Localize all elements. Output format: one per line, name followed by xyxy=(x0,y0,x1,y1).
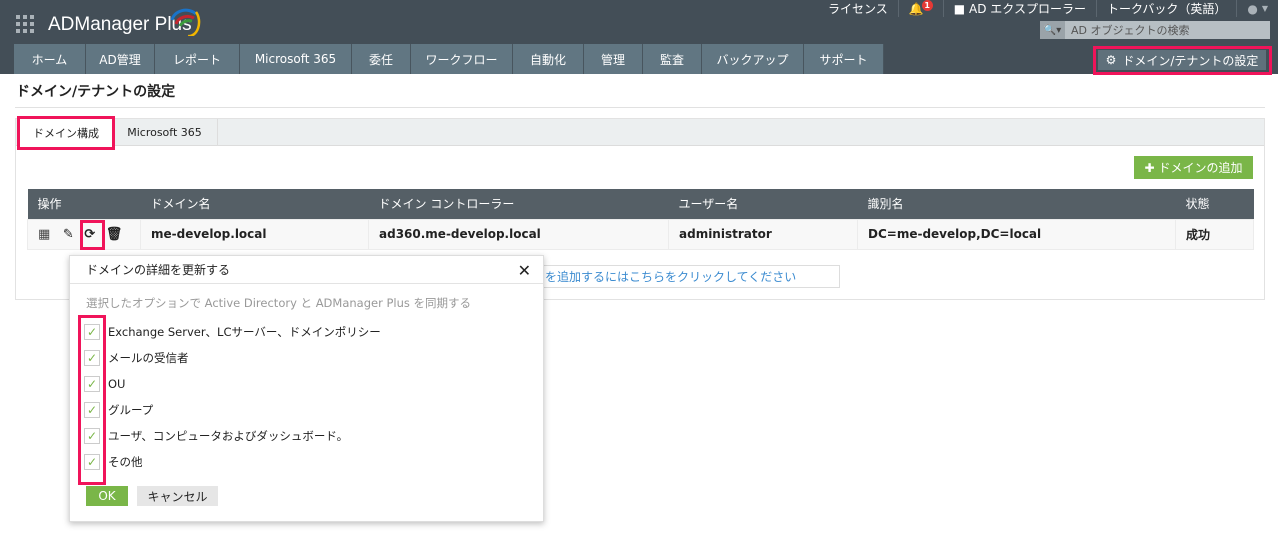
option-label: ユーザ、コンピュータおよびダッシュボード。 xyxy=(108,429,349,443)
option-label: グループ xyxy=(108,403,154,417)
domain-controller-icon[interactable]: ▦ xyxy=(38,227,50,242)
notification-badge: 1 xyxy=(921,0,933,11)
search-icon[interactable]: 🔍▾ xyxy=(1040,21,1065,39)
edit-icon[interactable]: ✎ xyxy=(63,227,74,242)
divider xyxy=(15,107,1265,108)
update-domain-popup: ドメインの詳細を更新する ✕ 選択したオプションで Active Directo… xyxy=(69,255,544,522)
close-icon[interactable]: ✕ xyxy=(518,261,531,280)
domain-name-cell: me-develop.local xyxy=(140,218,369,250)
nav-automation[interactable]: 自動化 xyxy=(513,44,584,74)
popup-header: ドメインの詳細を更新する xyxy=(70,256,543,284)
col-domain-controller: ドメイン コントローラー xyxy=(368,189,669,219)
app-grid-icon[interactable] xyxy=(16,15,34,33)
col-domain-name: ドメイン名 xyxy=(140,189,369,219)
add-domain-link-text[interactable]: を追加するにはこちらをクリックしてください xyxy=(545,268,796,285)
distinguished-name-cell: DC=me-develop,DC=local xyxy=(857,218,1176,250)
highlight-box xyxy=(78,315,106,485)
nav-ad-management[interactable]: AD管理 xyxy=(86,44,155,74)
option-users-computers[interactable]: ✓ ユーザ、コンピュータおよびダッシュボード。 xyxy=(84,428,348,444)
plus-icon: ✚ xyxy=(1144,160,1155,175)
main-nav: ホーム AD管理 レポート Microsoft 365 委任 ワークフロー 自動… xyxy=(14,44,884,74)
col-distinguished-name: 識別名 xyxy=(857,189,1176,219)
popup-title: ドメインの詳細を更新する xyxy=(86,263,231,277)
ok-button[interactable]: OK xyxy=(86,486,128,506)
page-title: ドメイン/テナントの設定 xyxy=(16,84,176,100)
domain-table: 操作 ドメイン名 ドメイン コントローラー ユーザー名 識別名 状態 ▦ ✎ ⟳… xyxy=(27,189,1254,250)
top-links: ライセンス 🔔 1 ■ AD エクスプローラー トークバック（英語） ● ▼ xyxy=(818,0,1278,17)
option-label: Exchange Server、LCサーバー、ドメインポリシー xyxy=(108,325,381,339)
search-input[interactable]: AD オブジェクトの検索 xyxy=(1071,22,1190,38)
popup-description: 選択したオプションで Active Directory と ADManager … xyxy=(86,296,472,310)
user-menu[interactable]: ● ▼ xyxy=(1237,0,1278,17)
domain-controller-cell: ad360.me-develop.local xyxy=(368,218,669,250)
add-domain-label: ドメインの追加 xyxy=(1158,161,1243,175)
highlight-box xyxy=(1093,46,1272,75)
highlight-box xyxy=(17,116,115,150)
status-cell: 成功 xyxy=(1175,218,1254,250)
table-row: ▦ ✎ ⟳ 🗑 me-develop.local ad360.me-develo… xyxy=(27,218,1254,250)
ad-explorer-label: AD エクスプローラー xyxy=(969,2,1086,16)
username-cell: administrator xyxy=(668,218,858,250)
col-actions: 操作 xyxy=(27,189,141,219)
tab-microsoft-365[interactable]: Microsoft 365 xyxy=(112,119,218,146)
notifications-button[interactable]: 🔔 1 xyxy=(899,0,944,17)
talkback-link[interactable]: トークバック（英語） xyxy=(1097,0,1238,17)
folder-icon: ■ xyxy=(953,1,966,16)
nav-support[interactable]: サポート xyxy=(804,44,884,74)
option-exchange[interactable]: ✓ Exchange Server、LCサーバー、ドメインポリシー xyxy=(84,324,381,340)
ad-explorer-link[interactable]: ■ AD エクスプローラー xyxy=(944,0,1097,17)
nav-backup[interactable]: バックアップ xyxy=(702,44,804,74)
delete-icon[interactable]: 🗑 xyxy=(106,227,123,242)
add-domain-link[interactable]: を追加するにはこちらをクリックしてください xyxy=(540,265,840,288)
nav-admin[interactable]: 管理 xyxy=(584,44,643,74)
license-link[interactable]: ライセンス xyxy=(818,0,899,17)
nav-audit[interactable]: 監査 xyxy=(643,44,702,74)
col-username: ユーザー名 xyxy=(668,189,858,219)
nav-reports[interactable]: レポート xyxy=(155,44,240,74)
cancel-button[interactable]: キャンセル xyxy=(137,486,218,506)
option-label: OU xyxy=(108,377,126,391)
nav-microsoft-365[interactable]: Microsoft 365 xyxy=(240,44,352,74)
nav-delegation[interactable]: 委任 xyxy=(352,44,411,74)
nav-home[interactable]: ホーム xyxy=(14,44,86,74)
ad-object-search[interactable]: 🔍▾ AD オブジェクトの検索 xyxy=(1040,21,1270,39)
user-icon: ● xyxy=(1247,1,1258,16)
option-label: メールの受信者 xyxy=(108,351,189,365)
logo-arc-icon xyxy=(170,8,201,36)
table-header: 操作 ドメイン名 ドメイン コントローラー ユーザー名 識別名 状態 xyxy=(27,189,1254,219)
highlight-box xyxy=(80,220,105,250)
col-status: 状態 xyxy=(1175,189,1254,219)
nav-workflow[interactable]: ワークフロー xyxy=(411,44,513,74)
add-domain-button[interactable]: ✚ ドメインの追加 xyxy=(1134,156,1253,179)
chevron-down-icon: ▼ xyxy=(1261,4,1268,13)
option-label: その他 xyxy=(108,455,143,469)
